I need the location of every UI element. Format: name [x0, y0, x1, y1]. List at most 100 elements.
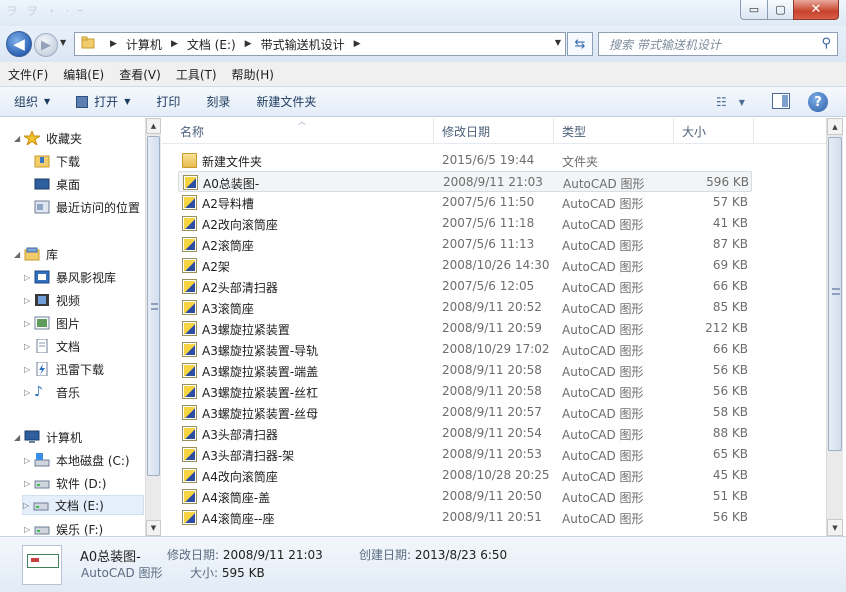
file-row[interactable]: 新建文件夹 2015/6/5 19:44 文件夹	[178, 150, 752, 171]
column-type[interactable]: 类型	[554, 118, 674, 144]
expand-arrow-icon[interactable]: ▷	[24, 525, 34, 534]
search-input[interactable]: 搜索 带式输送机设计 ⚲	[598, 32, 838, 56]
menu-edit[interactable]: 编辑(E)	[63, 66, 104, 83]
nav-item-music[interactable]: ▷ ♪ 音乐	[24, 382, 80, 402]
help-button[interactable]: ?	[808, 92, 828, 112]
minimize-button[interactable]: ▭	[740, 0, 768, 20]
print-button[interactable]: 打印	[156, 93, 180, 110]
file-modified-date: 2008/9/11 20:54	[442, 426, 542, 440]
scroll-thumb[interactable]	[147, 136, 160, 476]
search-icon[interactable]: ⚲	[821, 36, 831, 51]
expand-arrow-icon[interactable]: ▷	[24, 273, 34, 282]
preview-pane-button[interactable]	[772, 93, 790, 109]
chevron-down-icon: ▼	[44, 97, 51, 106]
file-row[interactable]: A3螺旋拉紧装置 2008/9/11 20:59 AutoCAD 图形 212 KB	[178, 318, 752, 339]
column-name[interactable]: 名称	[172, 118, 434, 144]
nav-item-drive-c[interactable]: ▷ 本地磁盘 (C:)	[24, 450, 130, 470]
file-row[interactable]: A2滚筒座 2007/5/6 11:13 AutoCAD 图形 87 KB	[178, 234, 752, 255]
nav-item-drive-d[interactable]: ▷ 软件 (D:)	[24, 473, 106, 493]
file-row[interactable]: A3螺旋拉紧装置-丝杠 2008/9/11 20:58 AutoCAD 图形 56 K…	[178, 381, 752, 402]
autocad-file-icon	[182, 237, 197, 252]
file-row[interactable]: A3螺旋拉紧装置-导轨 2008/10/29 17:02 AutoCAD 图形 66 …	[178, 339, 752, 360]
expand-arrow-icon[interactable]: ▷	[24, 296, 34, 305]
nav-item-downloads[interactable]: 下载	[24, 151, 80, 171]
nav-item-drive-f[interactable]: ▷ 娱乐 (F:)	[24, 519, 103, 537]
breadcrumb-computer[interactable]: 计算机	[126, 36, 162, 53]
expand-arrow-icon[interactable]: ▷	[24, 342, 34, 351]
file-row[interactable]: A4改向滚筒座 2008/10/28 20:25 AutoCAD 图形 45 KB	[178, 465, 752, 486]
file-row[interactable]: A3滚筒座 2008/9/11 20:52 AutoCAD 图形 85 KB	[178, 297, 752, 318]
address-dropdown-icon[interactable]: ▼	[555, 38, 561, 47]
scroll-thumb[interactable]	[828, 137, 842, 451]
collapse-arrow-icon[interactable]: ◢	[14, 134, 24, 143]
burn-button[interactable]: 刻录	[206, 93, 230, 110]
file-size: 87 KB	[712, 237, 748, 251]
file-row[interactable]: A4滚筒座-盖 2008/9/11 20:50 AutoCAD 图形 51 KB	[178, 486, 752, 507]
file-name: A3螺旋拉紧装置	[202, 323, 290, 337]
expand-arrow-icon[interactable]: ▷	[24, 479, 34, 488]
expand-arrow-icon[interactable]: ▷	[24, 365, 34, 374]
menu-file[interactable]: 文件(F)	[8, 66, 48, 83]
nav-item-label: 文档	[56, 339, 81, 354]
menu-tools[interactable]: 工具(T)	[176, 66, 217, 83]
file-name: A3头部清扫器-架	[202, 449, 295, 463]
column-date[interactable]: 修改日期	[434, 118, 554, 144]
address-bar[interactable]: ▶ 计算机 ▶ 文档 (E:) ▶ 带式输送机设计 ▶ ▼	[74, 32, 566, 56]
breadcrumb-separator-icon[interactable]: ▶	[171, 39, 178, 49]
collapse-arrow-icon[interactable]: ◢	[14, 433, 24, 442]
file-row[interactable]: A2导料槽 2007/5/6 11:50 AutoCAD 图形 57 KB	[178, 192, 752, 213]
collapse-arrow-icon[interactable]: ◢	[14, 250, 24, 259]
expand-arrow-icon[interactable]: ▷	[24, 388, 34, 397]
file-row[interactable]: A4滚筒座--座 2008/9/11 20:51 AutoCAD 图形 56 KB	[178, 507, 752, 528]
close-button[interactable]: ✕	[793, 0, 839, 20]
nav-item-label: 桌面	[56, 177, 81, 192]
nav-favorites[interactable]: ◢ 收藏夹	[14, 128, 82, 148]
file-row[interactable]: A0总装图- 2008/9/11 21:03 AutoCAD 图形 596 KB	[178, 171, 752, 192]
nav-item-thunder-downloads[interactable]: ▷ 迅雷下载	[24, 359, 104, 379]
nav-computer[interactable]: ◢ 计算机	[14, 427, 82, 447]
column-size[interactable]: 大小	[674, 118, 754, 144]
breadcrumb-separator-icon[interactable]: ▶	[110, 39, 117, 49]
menu-view[interactable]: 查看(V)	[119, 66, 161, 83]
breadcrumb-drive-e[interactable]: 文档 (E:)	[187, 36, 236, 53]
refresh-button[interactable]: ⇆	[567, 32, 593, 56]
nav-item-desktop[interactable]: 桌面	[24, 174, 80, 194]
file-modified-date: 2007/5/6 11:13	[442, 237, 535, 251]
organize-button[interactable]: 组织 ▼	[14, 93, 50, 110]
file-row[interactable]: A2头部清扫器 2007/5/6 12:05 AutoCAD 图形 66 KB	[178, 276, 752, 297]
nav-item-documents[interactable]: ▷ 文档	[24, 336, 80, 356]
nav-item-baofeng-library[interactable]: ▷ 暴风影视库	[24, 267, 116, 287]
file-list-scrollbar[interactable]: ▲ ▼	[826, 118, 843, 536]
new-folder-button[interactable]: 新建文件夹	[256, 93, 316, 110]
back-button[interactable]: ◀	[6, 31, 32, 57]
change-view-button[interactable]: ☷ ▼	[716, 92, 758, 112]
breadcrumb-separator-icon[interactable]: ▶	[354, 39, 361, 49]
scroll-up-icon[interactable]: ▲	[827, 118, 843, 135]
open-button[interactable]: 打开 ▼	[76, 93, 130, 110]
history-dropdown-icon[interactable]: ▼	[60, 38, 66, 47]
scroll-down-icon[interactable]: ▼	[827, 519, 843, 536]
breadcrumb-separator-icon[interactable]: ▶	[245, 39, 252, 49]
forward-arrow-icon: ▶	[41, 37, 51, 53]
file-row[interactable]: A3螺旋拉紧装置-端盖 2008/9/11 20:58 AutoCAD 图形 56 K…	[178, 360, 752, 381]
scroll-down-icon[interactable]: ▼	[146, 520, 161, 536]
maximize-button[interactable]: ▢	[767, 0, 794, 20]
nav-item-videos[interactable]: ▷ 视频	[24, 290, 80, 310]
file-row[interactable]: A3头部清扫器-架 2008/9/11 20:53 AutoCAD 图形 65 KB	[178, 444, 752, 465]
breadcrumb-current-folder[interactable]: 带式输送机设计	[261, 36, 345, 53]
file-row[interactable]: A3螺旋拉紧装置-丝母 2008/9/11 20:57 AutoCAD 图形 58 K…	[178, 402, 752, 423]
scroll-up-icon[interactable]: ▲	[146, 118, 161, 134]
expand-arrow-icon[interactable]: ▷	[24, 319, 34, 328]
file-row[interactable]: A2改向滚筒座 2007/5/6 11:18 AutoCAD 图形 41 KB	[178, 213, 752, 234]
nav-pane-scrollbar[interactable]: ▲ ▼	[145, 118, 161, 536]
expand-arrow-icon[interactable]: ▷	[23, 501, 33, 510]
menu-help[interactable]: 帮助(H)	[232, 66, 274, 83]
expand-arrow-icon[interactable]: ▷	[24, 456, 34, 465]
file-row[interactable]: A2架 2008/10/26 14:30 AutoCAD 图形 69 KB	[178, 255, 752, 276]
nav-item-drive-e[interactable]: ▷ 文档 (E:)	[22, 495, 144, 515]
nav-libraries[interactable]: ◢ 库	[14, 244, 58, 264]
nav-item-pictures[interactable]: ▷ 图片	[24, 313, 80, 333]
forward-button[interactable]: ▶	[34, 33, 58, 57]
nav-item-recent-places[interactable]: 最近访问的位置	[24, 197, 140, 217]
file-row[interactable]: A3头部清扫器 2008/9/11 20:54 AutoCAD 图形 88 KB	[178, 423, 752, 444]
